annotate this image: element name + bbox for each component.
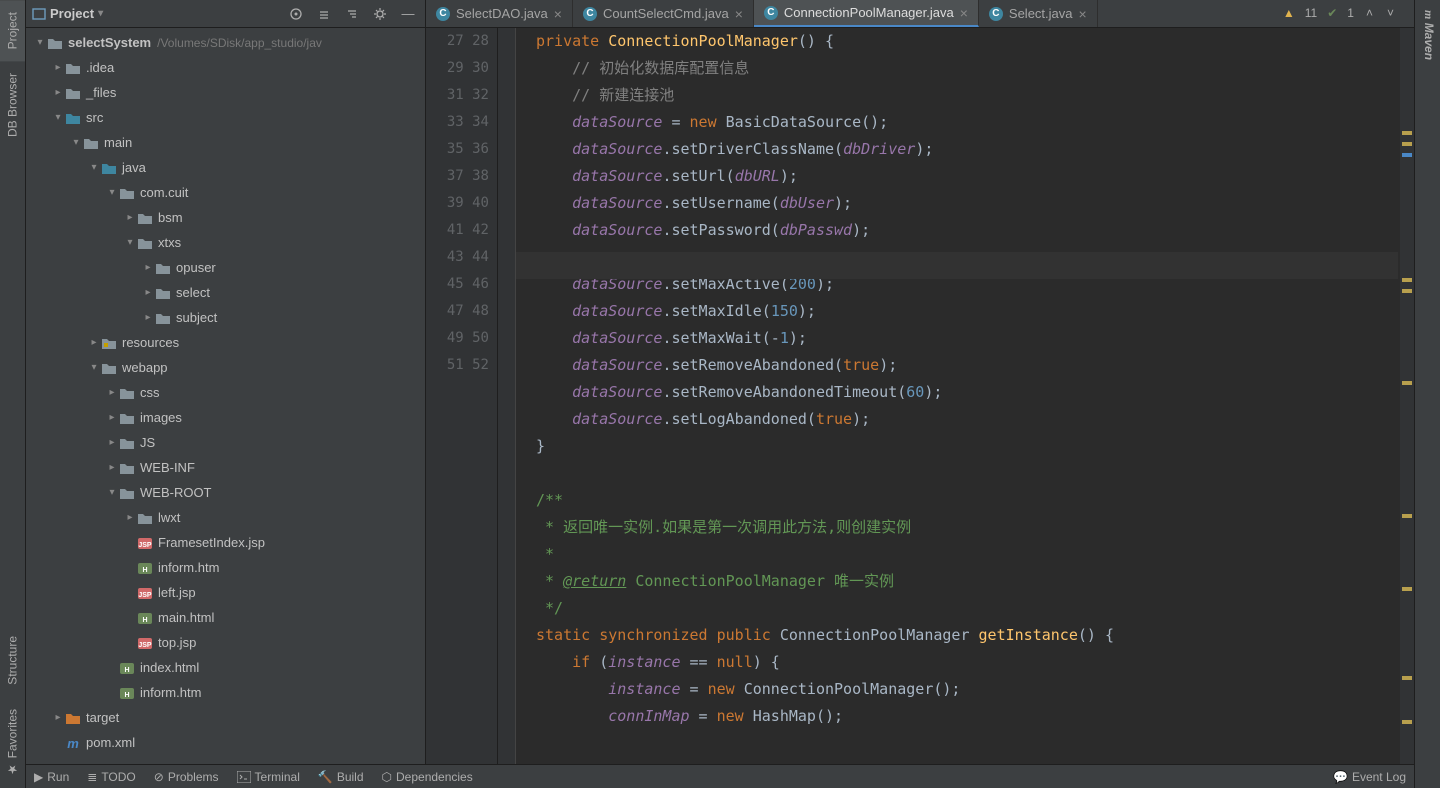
- tree-node[interactable]: ▸WEB-INF: [26, 455, 425, 480]
- warning-icon: ▲: [1283, 6, 1295, 20]
- favorites-tool-tab[interactable]: ★ Favorites: [0, 697, 25, 788]
- tree-node[interactable]: ▾webapp: [26, 355, 425, 380]
- editor-tab[interactable]: CCountSelectCmd.java×: [573, 0, 754, 27]
- highlight-count: 1: [1347, 6, 1354, 20]
- project-tool-tab[interactable]: Project: [0, 0, 25, 61]
- marker-stripe[interactable]: [1400, 28, 1414, 764]
- svg-text:H: H: [142, 567, 147, 574]
- svg-text:JSP: JSP: [138, 642, 152, 649]
- tree-root[interactable]: ▾selectSystem/Volumes/SDisk/app_studio/j…: [26, 30, 425, 55]
- event-log-button[interactable]: 💬 Event Log: [1333, 770, 1406, 784]
- module-icon: [32, 7, 46, 21]
- svg-text:JSP: JSP: [138, 592, 152, 599]
- code-editor[interactable]: private ConnectionPoolManager() { // 初始化…: [516, 28, 1400, 764]
- problems-tool-button[interactable]: ⊘ Problems: [154, 770, 219, 784]
- terminal-icon: [237, 771, 251, 783]
- project-panel-header: Project ▾ —: [26, 0, 425, 28]
- build-tool-button[interactable]: 🔨 Build: [318, 770, 364, 784]
- java-class-icon: C: [436, 7, 450, 21]
- run-tool-button[interactable]: ▶ Run: [34, 770, 69, 784]
- editor-tab[interactable]: CSelectDAO.java×: [426, 0, 573, 27]
- tree-node[interactable]: ▾java: [26, 155, 425, 180]
- close-tab-icon[interactable]: ×: [960, 5, 968, 21]
- tree-node[interactable]: ▸JS: [26, 430, 425, 455]
- todo-tool-button[interactable]: ≣ TODO: [87, 770, 136, 784]
- collapse-all-icon[interactable]: [341, 3, 363, 25]
- tree-node[interactable]: ▾WEB-ROOT: [26, 480, 425, 505]
- terminal-tool-button[interactable]: Terminal: [237, 770, 300, 784]
- right-tool-strip: m Maven: [1414, 0, 1440, 788]
- line-number-gutter[interactable]: 27 28 29 30 31 32 33 34 35 36 37 38 39 4…: [426, 28, 498, 764]
- java-class-icon: C: [764, 6, 778, 20]
- tree-node[interactable]: Hinform.htm: [26, 680, 425, 705]
- editor-tabs: CSelectDAO.java×CCountSelectCmd.java×CCo…: [426, 0, 1414, 28]
- tree-node[interactable]: ▸lwxt: [26, 505, 425, 530]
- tree-node[interactable]: Hindex.html: [26, 655, 425, 680]
- tree-node[interactable]: ▾com.cuit: [26, 180, 425, 205]
- settings-icon[interactable]: [369, 3, 391, 25]
- project-tree[interactable]: ▾selectSystem/Volumes/SDisk/app_studio/j…: [26, 28, 425, 764]
- project-panel: Project ▾ — ▾selectSystem/Volumes/SDisk/…: [26, 0, 426, 764]
- svg-text:H: H: [124, 667, 129, 674]
- tree-node[interactable]: ▸target: [26, 705, 425, 730]
- expand-all-icon[interactable]: [313, 3, 335, 25]
- inspections-widget[interactable]: ▲ 11 ✔ 1 ˄ ˅: [1283, 6, 1396, 20]
- tree-node[interactable]: ▸.idea: [26, 55, 425, 80]
- tree-node[interactable]: ▸images: [26, 405, 425, 430]
- svg-text:JSP: JSP: [138, 542, 152, 549]
- warning-count: 11: [1305, 6, 1317, 20]
- tree-node[interactable]: JSPleft.jsp: [26, 580, 425, 605]
- tree-node[interactable]: ▸resources: [26, 330, 425, 355]
- tree-node[interactable]: ▾xtxs: [26, 230, 425, 255]
- editor-tab[interactable]: CSelect.java×: [979, 0, 1098, 27]
- locate-icon[interactable]: [285, 3, 307, 25]
- tree-node[interactable]: ▸opuser: [26, 255, 425, 280]
- tree-node[interactable]: JSPtop.jsp: [26, 630, 425, 655]
- close-tab-icon[interactable]: ×: [735, 6, 743, 22]
- tree-node[interactable]: mpom.xml: [26, 730, 425, 755]
- tree-node[interactable]: ▸subject: [26, 305, 425, 330]
- svg-text:m: m: [67, 736, 79, 750]
- left-tool-strip: Project DB Browser Structure ★ Favorites: [0, 0, 26, 788]
- editor-area: CSelectDAO.java×CCountSelectCmd.java×CCo…: [426, 0, 1414, 764]
- tree-node[interactable]: ▸select: [26, 280, 425, 305]
- svg-text:H: H: [142, 617, 147, 624]
- ok-icon: ✔: [1327, 6, 1337, 20]
- tree-node[interactable]: Hinform.htm: [26, 555, 425, 580]
- tree-node[interactable]: ▸_files: [26, 80, 425, 105]
- close-tab-icon[interactable]: ×: [1079, 6, 1087, 22]
- dependencies-tool-button[interactable]: ⬡ Dependencies: [382, 770, 473, 784]
- close-tab-icon[interactable]: ×: [554, 6, 562, 22]
- svg-text:H: H: [124, 692, 129, 699]
- current-line-highlight: [516, 252, 1398, 279]
- java-class-icon: C: [583, 7, 597, 21]
- tree-node[interactable]: ▾src: [26, 105, 425, 130]
- maven-tool-tab[interactable]: m Maven: [1415, 0, 1440, 70]
- project-view-selector[interactable]: Project ▾: [32, 6, 103, 21]
- structure-tool-tab[interactable]: Structure: [0, 624, 25, 697]
- hide-panel-icon[interactable]: —: [397, 3, 419, 25]
- next-highlight-icon[interactable]: ˅: [1385, 6, 1396, 20]
- fold-column[interactable]: [498, 28, 516, 764]
- prev-highlight-icon[interactable]: ˄: [1364, 6, 1375, 20]
- tree-node[interactable]: ▾main: [26, 130, 425, 155]
- tree-node[interactable]: ▸bsm: [26, 205, 425, 230]
- tree-node[interactable]: Hmain.html: [26, 605, 425, 630]
- editor-tab[interactable]: CConnectionPoolManager.java×: [754, 0, 979, 27]
- db-browser-tool-tab[interactable]: DB Browser: [0, 61, 25, 149]
- tree-node[interactable]: JSPFramesetIndex.jsp: [26, 530, 425, 555]
- bottom-toolbar: ▶ Run ≣ TODO ⊘ Problems Terminal 🔨 Build…: [26, 764, 1414, 788]
- java-class-icon: C: [989, 7, 1003, 21]
- tree-node[interactable]: ▸css: [26, 380, 425, 405]
